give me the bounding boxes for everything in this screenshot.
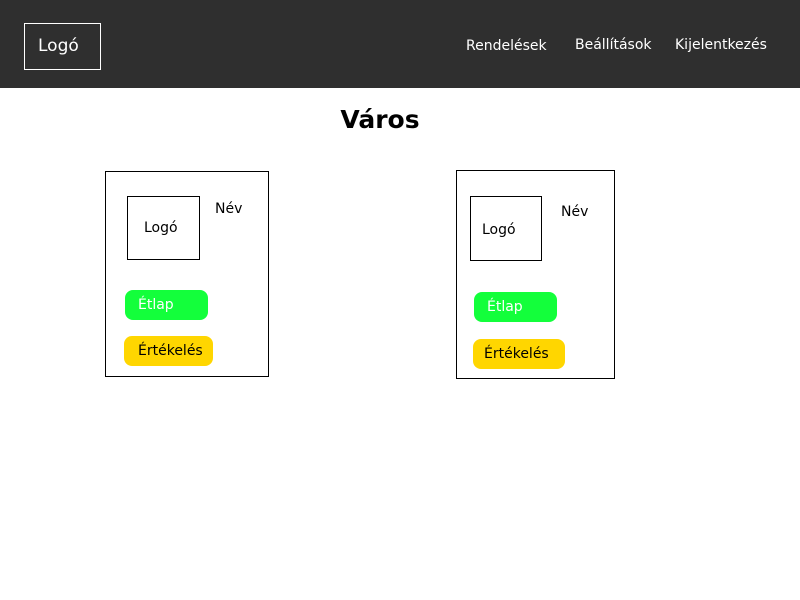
menu-button[interactable]: Étlap: [125, 290, 208, 320]
restaurant-logo: Logó: [127, 196, 200, 260]
nav-settings-link[interactable]: Beállítások: [575, 37, 652, 53]
page: Logó Rendelések Beállítások Kijelentkezé…: [0, 0, 800, 600]
header-bar: Logó Rendelések Beállítások Kijelentkezé…: [0, 0, 800, 88]
restaurant-name: Név: [215, 201, 243, 217]
restaurant-name: Név: [561, 204, 589, 220]
nav-logout-link[interactable]: Kijelentkezés: [675, 37, 767, 53]
nav-orders-link[interactable]: Rendelések: [466, 38, 547, 54]
restaurant-card: Logó Név Étlap Értékelés: [456, 170, 615, 379]
restaurant-logo: Logó: [470, 196, 542, 261]
rating-button[interactable]: Értékelés: [473, 339, 565, 369]
page-title: Város: [340, 105, 420, 134]
rating-button[interactable]: Értékelés: [124, 336, 213, 366]
menu-button[interactable]: Étlap: [474, 292, 557, 322]
restaurant-card: Logó Név Étlap Értékelés: [105, 171, 269, 377]
header-logo[interactable]: Logó: [24, 23, 101, 70]
